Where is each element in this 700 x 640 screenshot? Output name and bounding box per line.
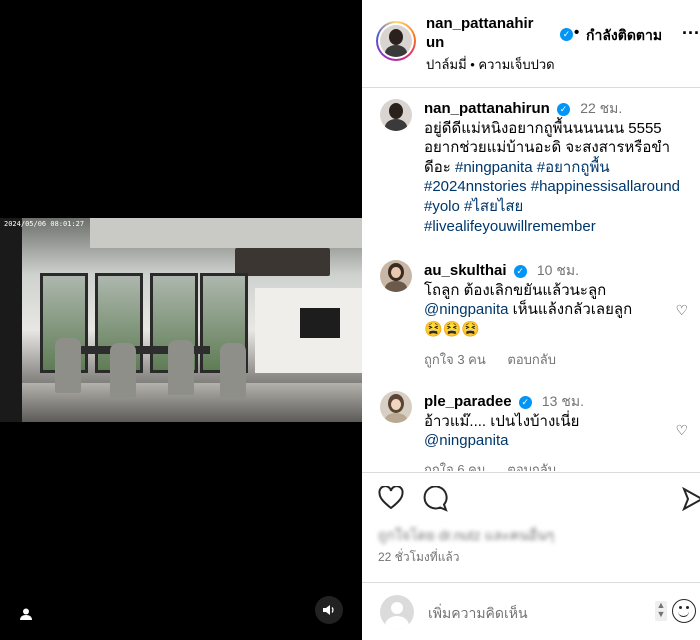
comment-likes[interactable]: ถูกใจ 6 คน <box>424 462 486 471</box>
post-actions: ถูกใจโดย dr.nutz และคนอื่นๆ 22 ชั่วโมงที… <box>362 472 700 582</box>
avatar[interactable] <box>380 260 412 292</box>
comment-time[interactable]: 10 ชม. <box>537 262 579 278</box>
video-scene <box>90 218 362 248</box>
post-author[interactable]: nan_pattanahir un <box>426 14 566 52</box>
emoji-icon[interactable] <box>672 599 696 623</box>
comment-likes[interactable]: ถูกใจ 3 คน <box>424 352 486 367</box>
video-frame[interactable]: 2024/05/06 08:01:27 <box>0 218 362 422</box>
video-timestamp: 2024/05/06 08:01:27 <box>4 220 85 228</box>
comment-emoji: 😫😫😫 <box>424 320 481 338</box>
comment-mention[interactable]: @ningpanita <box>424 432 508 449</box>
more-options-icon[interactable]: ... <box>682 18 700 39</box>
reply-button[interactable]: ตอบกลับ <box>507 352 556 367</box>
comment: au_skulthai ✓ 10 ชม. โถลูก ต้องเลิกขยันแ… <box>424 262 633 338</box>
caption-username[interactable]: nan_pattanahirun <box>424 100 550 117</box>
comment-time[interactable]: 13 ชม. <box>542 393 584 409</box>
add-comment-bar: เพิ่มความคิดเห็น ▲ ▼ <box>362 582 700 640</box>
post-header: nan_pattanahir un ✓ • กำลังติดตาม ... ปา… <box>362 0 700 88</box>
caption: nan_pattanahirun ✓ 22 ชม. อยู่ดีดีแม่หนิ… <box>424 99 686 236</box>
caption-time[interactable]: 22 ชม. <box>580 100 622 116</box>
verified-icon: ✓ <box>560 28 573 41</box>
comment-like-icon[interactable]: ♡ <box>675 302 688 319</box>
comment: ple_paradee ✓ 13 ชม. อ้าวแม๊.... เปนไงบ้… <box>424 392 686 451</box>
comment-username[interactable]: ple_paradee <box>424 393 512 410</box>
verified-icon: ✓ <box>513 265 527 278</box>
verified-icon: ✓ <box>518 396 532 409</box>
comment-mention[interactable]: @ningpanita <box>424 301 508 318</box>
comment-icon[interactable] <box>422 485 448 519</box>
avatar[interactable] <box>380 99 412 131</box>
avatar[interactable] <box>380 391 412 423</box>
comment-meta: ถูกใจ 3 คน ตอบกลับ <box>424 349 574 370</box>
post-time[interactable]: 22 ชั่วโมงที่แล้ว <box>378 548 460 567</box>
post-sidebar: nan_pattanahir un ✓ • กำลังติดตาม ... ปา… <box>362 0 700 640</box>
comment-meta: ถูกใจ 6 คน ตอบกลับ <box>424 459 574 471</box>
following-button[interactable]: กำลังติดตาม <box>586 25 662 47</box>
share-icon[interactable] <box>682 486 700 518</box>
avatar[interactable] <box>376 21 416 61</box>
caption-hashtags[interactable]: #ningpanita #อยากถูพื้น #2024nnstories #… <box>424 159 680 235</box>
post-subtitle[interactable]: ปาล์มมี่ • ความเจ็บปวด <box>426 54 555 75</box>
heart-icon[interactable] <box>378 485 404 517</box>
comment-like-icon[interactable]: ♡ <box>675 422 688 439</box>
person-icon[interactable] <box>12 600 40 628</box>
post-media[interactable]: 2024/05/06 08:01:27 <box>0 0 362 640</box>
user-avatar <box>380 595 414 629</box>
speaker-icon[interactable] <box>315 596 343 624</box>
comment-text: อ้าวแม๊.... เปนไงบ้างเนี่ย <box>424 412 580 430</box>
comment-input[interactable]: เพิ่มความคิดเห็น <box>428 603 528 625</box>
verified-icon: ✓ <box>557 103 571 116</box>
reply-button[interactable]: ตอบกลับ <box>507 462 556 471</box>
resize-icon[interactable]: ▲ ▼ <box>655 601 667 621</box>
comments-list[interactable]: nan_pattanahirun ✓ 22 ชม. อยู่ดีดีแม่หนิ… <box>362 89 700 471</box>
comment-username[interactable]: au_skulthai <box>424 262 507 279</box>
liked-by[interactable]: ถูกใจโดย dr.nutz และคนอื่นๆ <box>378 525 554 547</box>
comment-text: โถลูก ต้องเลิกขยันแล้วนะลูก <box>424 281 607 299</box>
